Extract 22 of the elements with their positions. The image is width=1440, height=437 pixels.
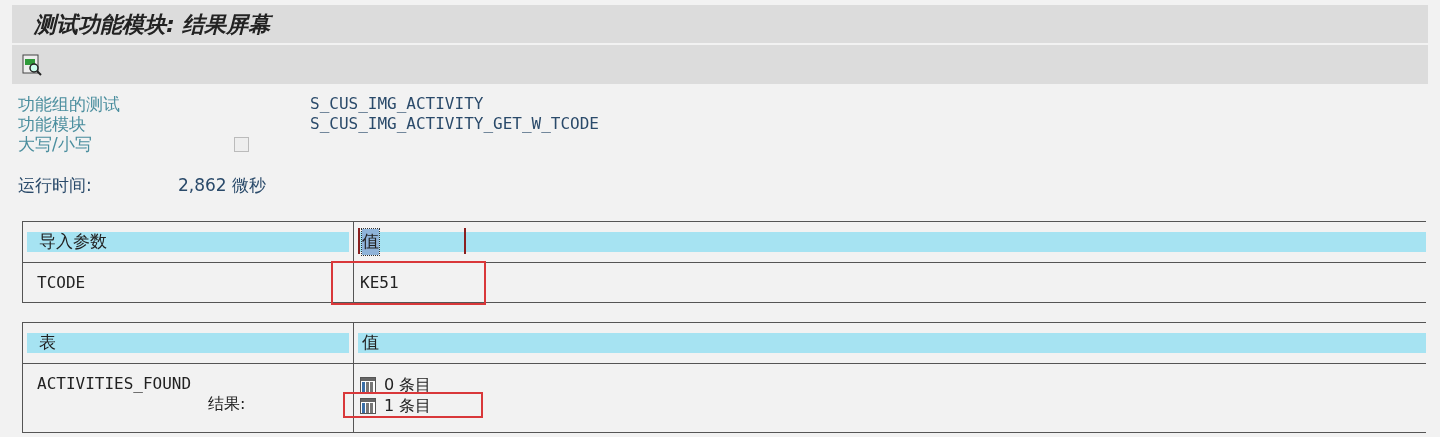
table-cell-text: KE51 bbox=[360, 271, 399, 294]
focus-bracket-icon bbox=[358, 228, 466, 254]
column-header: 值 bbox=[358, 333, 1426, 353]
column-header: 表 bbox=[27, 333, 349, 353]
table-cell-text: ACTIVITIES_FOUND bbox=[37, 374, 193, 394]
table-cell-text: TCODE bbox=[37, 271, 86, 294]
checkbox[interactable] bbox=[234, 136, 249, 152]
entry-count: 0 条目 bbox=[384, 373, 432, 396]
column-header: 导入参数 bbox=[27, 232, 349, 252]
table-icon[interactable] bbox=[360, 376, 376, 393]
field-label: 功能组的测试 bbox=[18, 94, 121, 114]
runtime-value: 2,862 微秒 bbox=[178, 175, 267, 195]
field-value: S_CUS_IMG_ACTIVITY_GET_W_TCODE bbox=[310, 114, 599, 134]
field-label: 大写/小写 bbox=[18, 134, 93, 154]
result-label: 结果: bbox=[207, 394, 247, 414]
entry-count: 1 条目 bbox=[384, 394, 432, 417]
window-title: 测试功能模块: 结果屏幕 bbox=[34, 10, 271, 39]
field-value: S_CUS_IMG_ACTIVITY bbox=[310, 94, 484, 114]
table-icon[interactable] bbox=[360, 397, 376, 414]
field-label: 功能模块 bbox=[18, 114, 87, 134]
runtime-label: 运行时间: bbox=[18, 175, 93, 195]
document-search-icon[interactable] bbox=[22, 53, 42, 76]
